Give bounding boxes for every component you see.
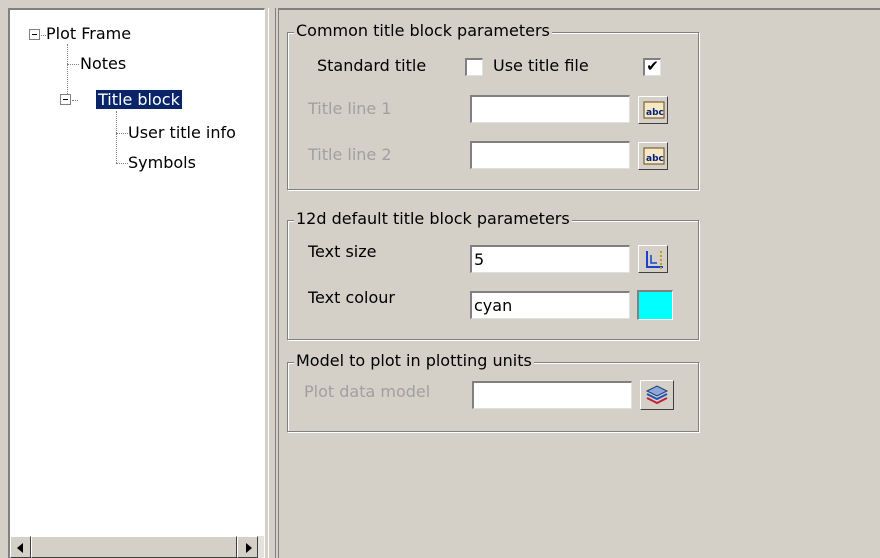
title-line-2-label: Title line 2 <box>308 145 392 164</box>
plot-data-model-button[interactable] <box>640 380 674 410</box>
scroll-left-button[interactable] <box>10 536 31 558</box>
tree-node-symbols[interactable]: Symbols <box>126 152 198 174</box>
checkmark-icon: ✔ <box>646 57 659 75</box>
abc-text-icon: abc <box>643 101 665 119</box>
group-title: Common title block parameters <box>294 21 552 41</box>
use-title-file-checkbox[interactable]: ✔ <box>643 57 661 76</box>
arrow-right-icon <box>246 543 252 553</box>
group-title: 12d default title block parameters <box>294 209 572 229</box>
title-line-1-label: Title line 1 <box>308 99 392 118</box>
layers-icon <box>645 385 669 405</box>
title-line-2-text-button[interactable]: abc <box>638 142 668 170</box>
scroll-thumb[interactable] <box>31 536 237 558</box>
panel-splitter[interactable] <box>268 8 276 558</box>
arrow-left-icon <box>17 543 23 553</box>
default-title-block-group: 12d default title block parameters Text … <box>287 209 699 340</box>
right-panel: Common title block parameters Standard t… <box>278 8 880 558</box>
collapse-icon[interactable] <box>60 94 71 105</box>
text-size-icon <box>646 251 663 269</box>
svg-text:abc: abc <box>646 154 664 164</box>
tree-node-notes[interactable]: Notes <box>78 53 128 75</box>
tree-node-label: Notes <box>80 54 127 73</box>
tree-connector <box>72 100 78 101</box>
plot-data-model-input[interactable] <box>472 381 632 409</box>
tree-node-title-block[interactable]: Title block <box>96 89 182 111</box>
text-size-label: Text size <box>308 242 377 261</box>
scroll-right-button[interactable] <box>237 536 258 558</box>
title-line-1-text-button[interactable]: abc <box>638 96 668 124</box>
tree-node-label: Symbols <box>128 153 196 172</box>
abc-text-icon: abc <box>643 147 665 165</box>
text-size-button[interactable] <box>638 245 668 273</box>
model-plotting-units-group: Model to plot in plotting units Plot dat… <box>287 351 699 432</box>
collapse-icon[interactable] <box>29 29 40 40</box>
group-title: Model to plot in plotting units <box>294 351 534 371</box>
text-colour-label: Text colour <box>308 288 395 307</box>
plot-data-model-label: Plot data model <box>304 382 431 401</box>
tree-node-user-title-info[interactable]: User title info <box>126 122 238 144</box>
tree-connector <box>116 111 117 163</box>
use-title-file-label: Use title file <box>493 56 589 75</box>
tree-view: Plot Frame Notes Title block User title … <box>10 10 265 538</box>
standard-title-label: Standard title <box>317 56 427 75</box>
tree-node-label: Plot Frame <box>46 24 132 43</box>
text-colour-swatch[interactable] <box>637 290 673 320</box>
tree-node-label: User title info <box>128 123 236 142</box>
title-line-1-input[interactable] <box>470 95 630 123</box>
svg-text:abc: abc <box>646 108 664 118</box>
tree-horizontal-scrollbar[interactable] <box>10 536 264 558</box>
standard-title-checkbox[interactable] <box>465 58 483 76</box>
common-title-block-group: Common title block parameters Standard t… <box>287 21 699 190</box>
tree-panel[interactable]: Plot Frame Notes Title block User title … <box>8 8 265 558</box>
title-line-2-input[interactable] <box>470 141 630 169</box>
text-size-input[interactable]: 5 <box>470 245 630 273</box>
tree-node-plot-frame[interactable]: Plot Frame <box>44 23 133 45</box>
tree-node-label: Title block <box>96 90 182 109</box>
text-colour-input[interactable]: cyan <box>470 291 630 319</box>
